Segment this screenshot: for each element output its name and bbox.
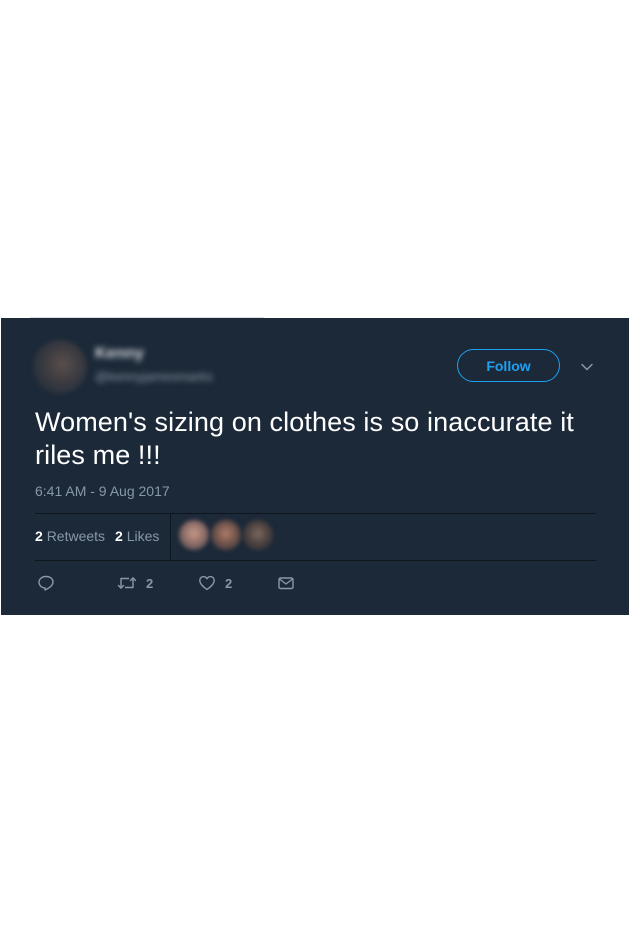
- stats-top-divider: [35, 513, 596, 514]
- liker-avatar[interactable]: [211, 520, 241, 550]
- retweets-label: Retweets: [46, 528, 106, 544]
- page: Kenny @kennyjamesmarks Follow Women's si…: [0, 0, 631, 933]
- retweets-count: 2: [35, 528, 43, 544]
- engagement-stats: 2 Retweets 2 Likes: [35, 528, 159, 544]
- retweet-icon: [117, 577, 137, 589]
- avatar[interactable]: [33, 340, 87, 394]
- mail-icon: [278, 577, 294, 590]
- liker-avatar[interactable]: [243, 520, 273, 550]
- liker-avatar[interactable]: [179, 520, 209, 550]
- like-button[interactable]: 2: [198, 574, 232, 592]
- retweet-button[interactable]: 2: [117, 574, 153, 592]
- stats-vertical-divider: [170, 513, 171, 560]
- author-display-name[interactable]: Kenny: [95, 345, 144, 363]
- likes-label: Likes: [126, 528, 160, 544]
- likes-stat[interactable]: 2 Likes: [115, 528, 159, 544]
- author-handle[interactable]: @kennyjamesmarks: [95, 369, 213, 384]
- like-count: 2: [225, 575, 233, 591]
- follow-button[interactable]: Follow: [457, 349, 560, 382]
- reply-button[interactable]: [37, 574, 55, 592]
- direct-message-button[interactable]: [277, 574, 295, 592]
- tweet-timestamp[interactable]: 6:41 AM - 9 Aug 2017: [35, 483, 170, 499]
- likes-count: 2: [115, 528, 123, 544]
- tweet-text: Women's sizing on clothes is so inaccura…: [35, 407, 574, 470]
- likers-avatars: [177, 520, 277, 552]
- retweet-count: 2: [146, 575, 154, 591]
- reply-icon: [38, 575, 54, 591]
- stats-bottom-divider: [35, 560, 596, 561]
- retweets-stat[interactable]: 2 Retweets: [35, 528, 105, 544]
- chevron-down-icon[interactable]: [580, 360, 594, 374]
- heart-icon: [199, 575, 215, 591]
